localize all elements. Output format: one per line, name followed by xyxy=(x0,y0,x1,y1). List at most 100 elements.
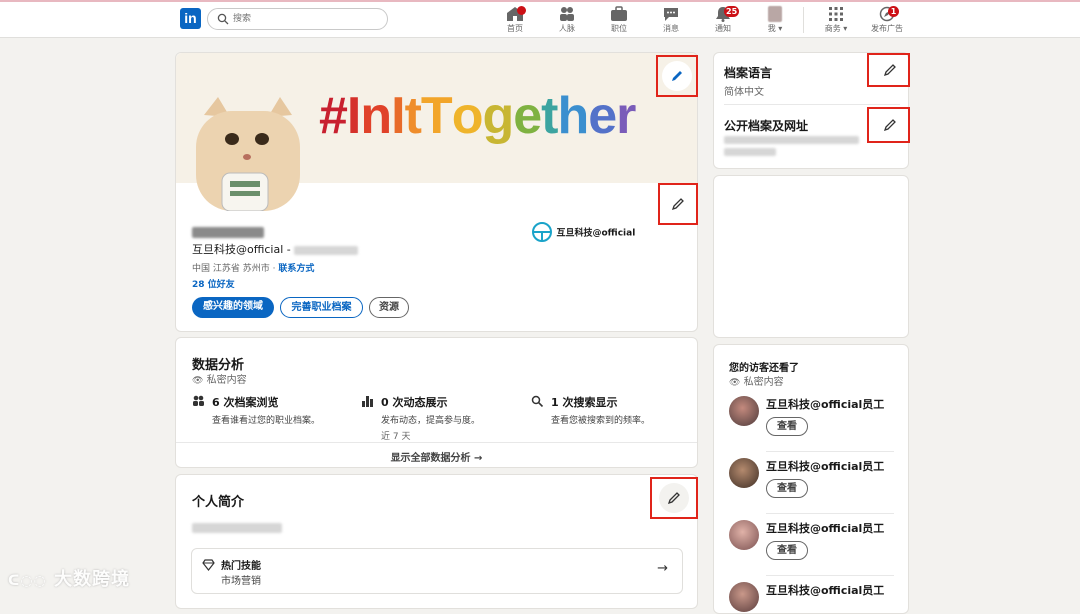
people-icon xyxy=(193,395,204,406)
nav-network[interactable]: 人脉 xyxy=(547,6,587,34)
pencil-icon xyxy=(667,492,680,505)
public-profile-title: 公开档案及网址 xyxy=(724,119,809,133)
visitors-privacy: 👁 私密内容 xyxy=(729,373,784,388)
home-dot-badge xyxy=(517,6,526,15)
search-box[interactable] xyxy=(207,8,388,30)
edit-language-button[interactable] xyxy=(875,55,905,85)
nav-notifications[interactable]: 25 通知 xyxy=(703,6,743,34)
nav-advertise-label: 发布广告 xyxy=(871,24,903,33)
public-profile-url[interactable] xyxy=(724,136,859,156)
search-icon xyxy=(531,395,544,407)
stat-title: 1 次搜索显示 xyxy=(551,396,618,409)
stat-desc: 查看谁看过您的职业档案。 xyxy=(212,416,321,426)
edit-intro-button[interactable] xyxy=(663,189,693,219)
top-skills-title: 热门技能 xyxy=(221,561,261,572)
nav-jobs[interactable]: 职位 xyxy=(599,6,639,34)
chevron-down-icon: ▾ xyxy=(775,24,783,33)
visitor-avatar[interactable] xyxy=(729,582,759,612)
company-name: 互旦科技@official xyxy=(556,228,636,239)
edit-url-button[interactable] xyxy=(875,110,905,140)
visitor-name[interactable]: 互旦科技@official员工 xyxy=(766,458,884,474)
watermark: ᑕ◌◌ 大数跨境 xyxy=(8,565,130,591)
analytics-privacy-text: 私密内容 xyxy=(206,375,247,386)
add-section-button[interactable]: 完善职业档案 xyxy=(280,297,363,318)
eye-icon: 👁 xyxy=(729,378,741,388)
stat-desc: 查看您被搜索到的频率。 xyxy=(551,416,651,426)
advertise-badge: 1 xyxy=(888,6,899,17)
connections-link[interactable]: 28 位好友 xyxy=(192,277,235,290)
people-icon xyxy=(560,7,574,21)
profile-language-value: 简体中文 xyxy=(724,87,764,98)
more-button[interactable]: 资源 xyxy=(369,297,409,318)
nav-advertise[interactable]: 1 发布广告 xyxy=(867,6,907,34)
settings-divider xyxy=(724,104,900,105)
watermark-logo-icon: ᑕ◌◌ xyxy=(8,573,47,589)
company-logo-icon xyxy=(532,222,552,242)
watermark-text: 大数跨境 xyxy=(54,569,131,590)
view-profile-button[interactable]: 查看 xyxy=(766,479,808,498)
profile-headline-text: 互旦科技@official - xyxy=(192,243,295,256)
stat-post-impressions[interactable]: 0 次动态展示 发布动态，提高参与度。 近 7 天 xyxy=(361,394,521,442)
about-title: 个人简介 xyxy=(192,495,245,510)
top-skills-value: 市场营销 xyxy=(221,576,261,587)
search-input[interactable] xyxy=(233,11,373,27)
nav-work[interactable]: 商务 ▾ xyxy=(816,6,856,34)
cat-photo-icon xyxy=(196,97,300,212)
visitor-avatar[interactable] xyxy=(729,396,759,426)
stat-search-appearances[interactable]: 1 次搜索显示 查看您被搜索到的频率。 xyxy=(531,394,691,426)
nav-notifications-label: 通知 xyxy=(715,24,731,33)
visitor-divider xyxy=(766,451,894,452)
bar-chart-icon xyxy=(362,396,373,407)
stat-desc: 发布动态，提高参与度。 xyxy=(381,416,481,426)
stat-profile-views[interactable]: 6 次档案浏览 查看谁看过您的职业档案。 xyxy=(192,394,352,426)
top-skills-box[interactable]: 热门技能 市场营销 → xyxy=(191,548,683,594)
visitor-divider xyxy=(766,513,894,514)
linkedin-logo[interactable]: in xyxy=(180,8,201,29)
open-to-button[interactable]: 感兴趣的领域 xyxy=(192,297,274,318)
edit-about-button[interactable] xyxy=(659,483,689,513)
about-card: 个人简介 热门技能 市场营销 → xyxy=(175,474,698,609)
banner-hashtag: #InItTogether xyxy=(319,87,636,145)
visitors-title: 您的访客还看了 xyxy=(729,363,799,374)
profile-photo[interactable] xyxy=(196,95,300,212)
visitor-name[interactable]: 互旦科技@official员工 xyxy=(766,396,884,412)
visitors-privacy-text: 私密内容 xyxy=(743,377,784,388)
stat-title: 0 次动态展示 xyxy=(381,396,448,409)
visitor-name[interactable]: 互旦科技@official员工 xyxy=(766,520,884,536)
profile-headline: 互旦科技@official - xyxy=(192,241,359,257)
arrow-right-icon: → xyxy=(657,561,668,576)
view-profile-button[interactable]: 查看 xyxy=(766,541,808,560)
analytics-card: 数据分析 👁 私密内容 6 次档案浏览 查看谁看过您的职业档案。 0 次动态展示… xyxy=(175,337,698,468)
view-profile-button[interactable]: 查看 xyxy=(766,417,808,436)
global-nav: in 首页 人脉 职位 消息 25 通知 我 ▾ 商务 ▾ 1 发布广告 xyxy=(0,2,1080,38)
profile-card: #InItTogether 互旦科技@official - 中国 江苏省 苏州市… xyxy=(175,52,698,332)
ad-card xyxy=(713,175,909,338)
diamond-icon xyxy=(202,559,215,571)
search-icon xyxy=(217,13,229,25)
stat-title: 6 次档案浏览 xyxy=(212,396,279,409)
location-text: 中国 江苏省 苏州市 · xyxy=(192,264,279,274)
profile-language-title: 档案语言 xyxy=(724,66,773,80)
visitor-avatar[interactable] xyxy=(729,458,759,488)
briefcase-icon xyxy=(611,6,627,21)
nav-jobs-label: 职位 xyxy=(611,24,627,33)
nav-home-label: 首页 xyxy=(507,24,523,33)
current-company[interactable]: 互旦科技@official xyxy=(531,221,635,243)
contact-info-link[interactable]: 联系方式 xyxy=(278,264,314,274)
visitors-card: 您的访客还看了 👁 私密内容 互旦科技@official员工 查看 互旦科技@o… xyxy=(713,344,909,614)
grid-icon xyxy=(829,7,843,21)
pencil-icon xyxy=(671,198,684,211)
nav-home[interactable]: 首页 xyxy=(495,6,535,34)
analytics-divider xyxy=(176,442,697,443)
visitor-avatar[interactable] xyxy=(729,520,759,550)
about-text xyxy=(192,521,282,534)
show-all-analytics-link[interactable]: 显示全部数据分析 → xyxy=(176,449,697,464)
pencil-icon xyxy=(883,64,896,77)
profile-name xyxy=(192,225,264,238)
nav-messaging[interactable]: 消息 xyxy=(651,6,691,34)
edit-banner-button[interactable] xyxy=(662,61,692,91)
visitor-name[interactable]: 互旦科技@official员工 xyxy=(766,582,884,598)
chevron-down-icon: ▾ xyxy=(840,24,848,33)
analytics-privacy: 👁 私密内容 xyxy=(192,371,247,386)
nav-me[interactable]: 我 ▾ xyxy=(755,6,795,34)
